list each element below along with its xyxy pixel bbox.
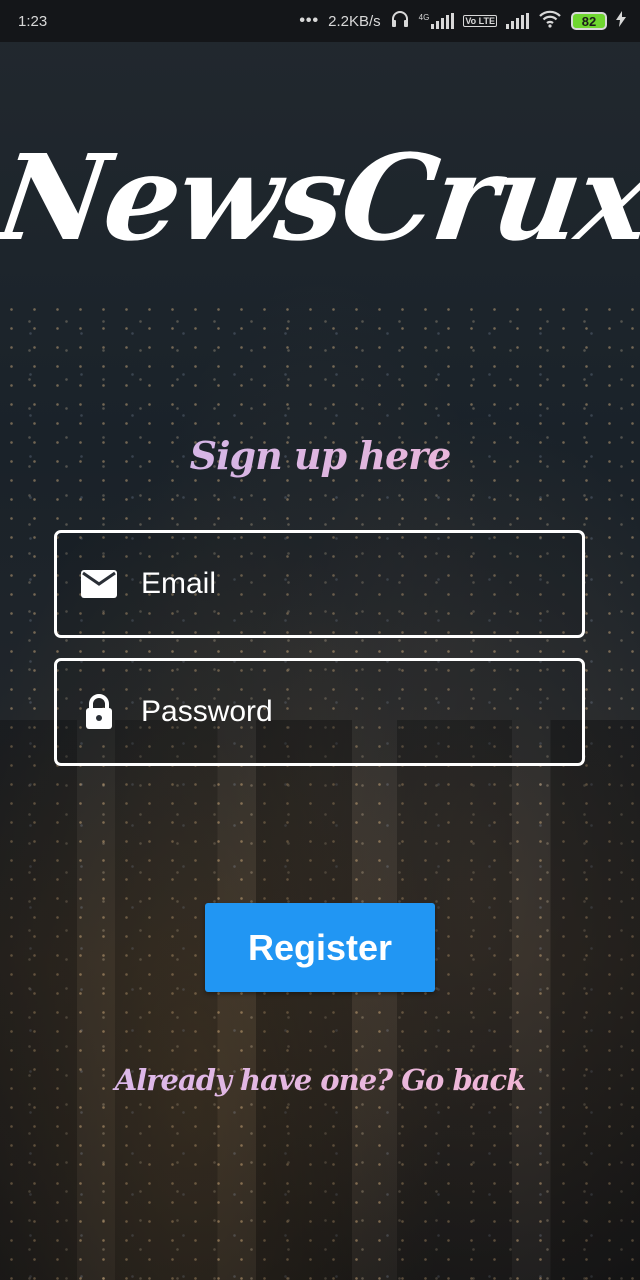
city-buildings xyxy=(0,720,640,1280)
net-speed: 2.2KB/s xyxy=(328,12,381,30)
battery-indicator: 82 xyxy=(571,12,607,30)
app-logo-title: NewsCrux xyxy=(0,128,640,267)
email-icon xyxy=(81,566,117,602)
charging-icon xyxy=(616,11,626,31)
status-time: 1:23 xyxy=(18,12,48,30)
signal-4g-icon: 4G xyxy=(419,13,455,29)
headphones-icon xyxy=(390,10,410,32)
more-dots-icon: ••• xyxy=(299,12,320,29)
status-icons: ••• 2.2KB/s 4G Vo LTE 82 xyxy=(299,10,626,32)
register-button[interactable]: Register xyxy=(205,903,435,992)
net-type: 4G xyxy=(418,13,430,22)
password-field-label: Password xyxy=(141,695,273,728)
email-field-label: Email xyxy=(141,567,217,600)
go-back-link[interactable]: Already have one? Go back xyxy=(0,1063,640,1097)
signal-icon xyxy=(506,13,529,29)
volte-icon: Vo LTE xyxy=(463,15,497,27)
password-field[interactable]: Password xyxy=(54,658,585,766)
lock-icon xyxy=(81,694,117,730)
status-bar: 1:23 ••• 2.2KB/s 4G Vo LTE 82 xyxy=(0,0,640,42)
email-field[interactable]: Email xyxy=(54,530,585,638)
wifi-icon xyxy=(538,10,562,32)
signup-subtitle: Sign up here xyxy=(0,433,640,478)
